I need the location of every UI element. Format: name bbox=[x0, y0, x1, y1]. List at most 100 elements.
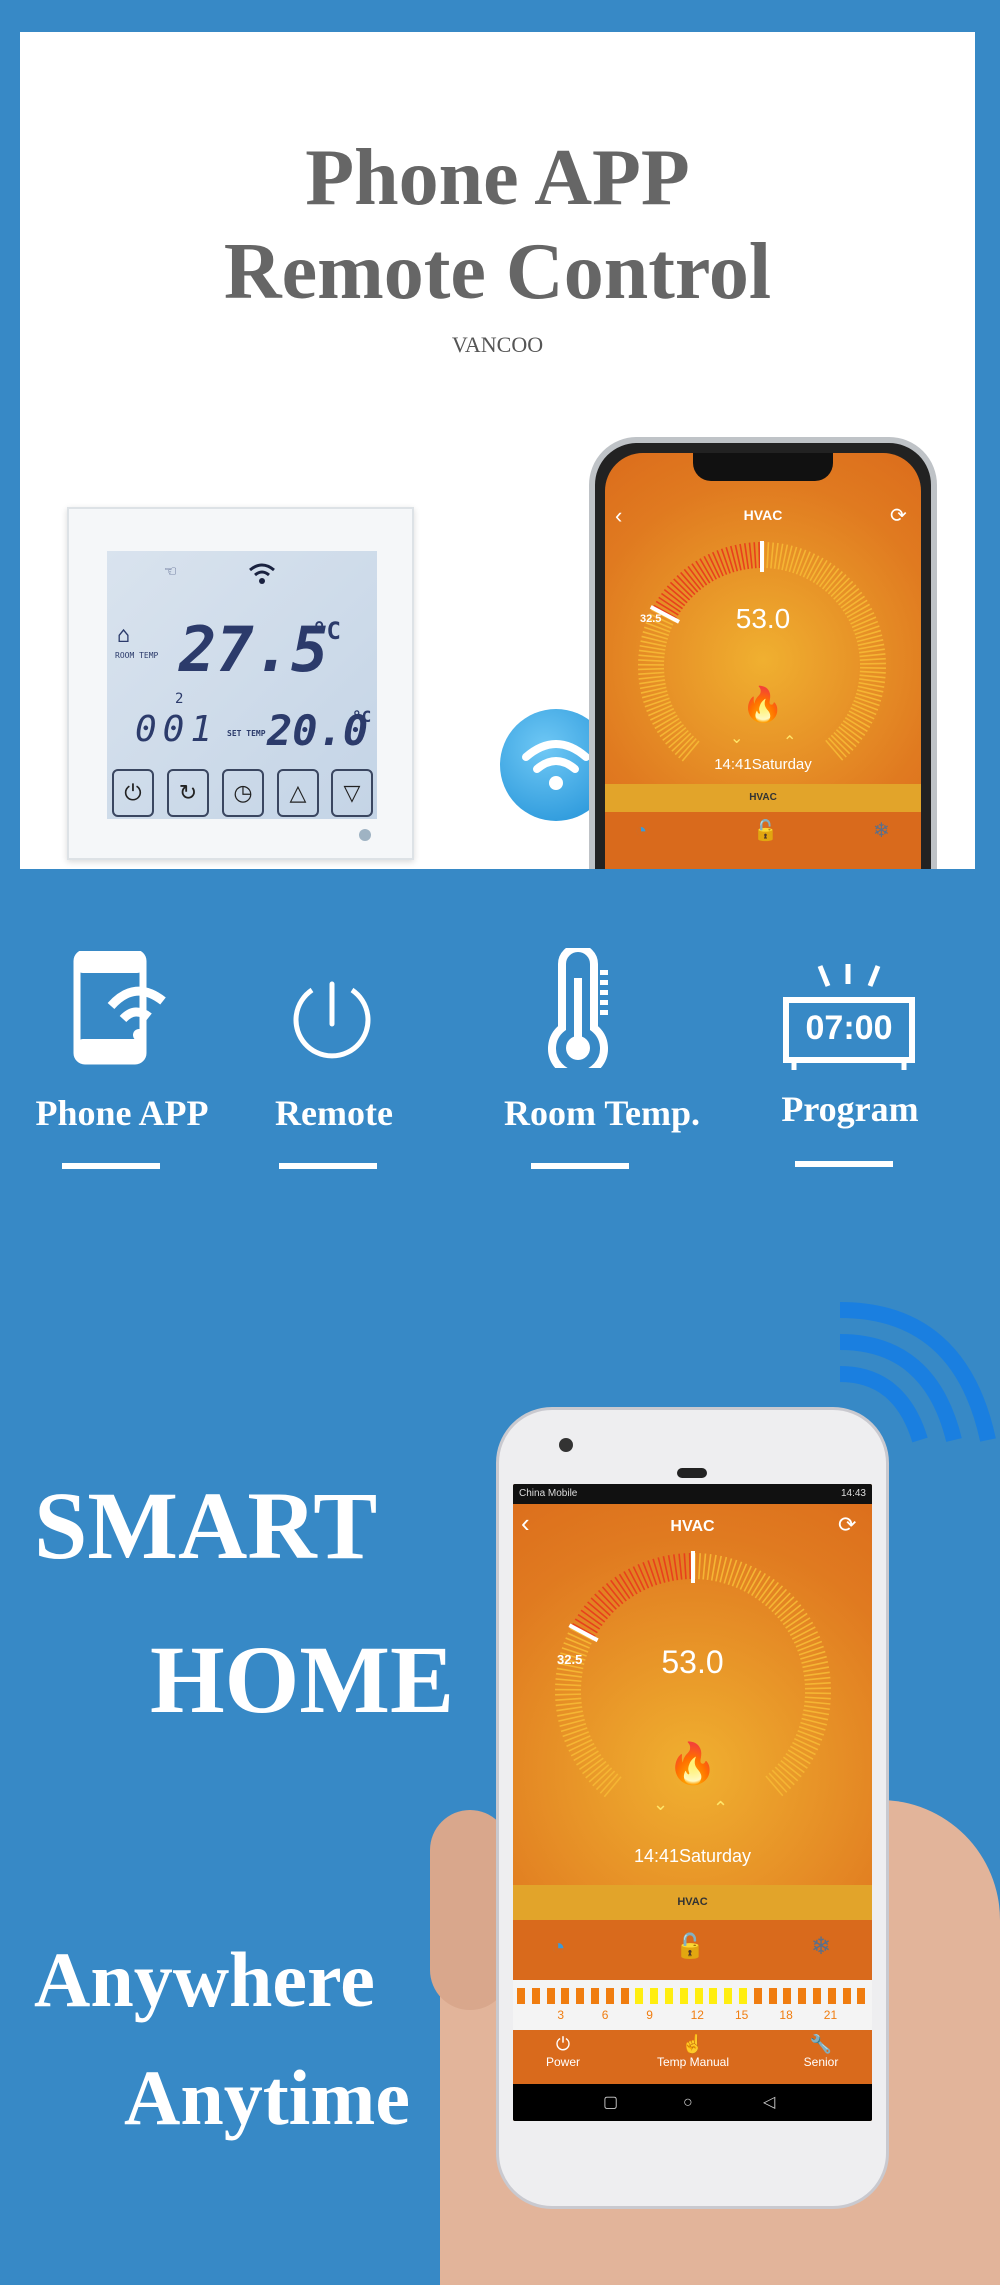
hour-slot[interactable] bbox=[591, 1988, 599, 2004]
status-bar: China Mobile 14:43 bbox=[513, 1484, 872, 1504]
set-temp-unit: °C bbox=[352, 707, 372, 726]
carrier-label: China Mobile bbox=[519, 1488, 578, 1499]
thermostat-up-button[interactable]: △ bbox=[277, 769, 319, 817]
thermostat-clock-button[interactable]: ◷ bbox=[222, 769, 264, 817]
slogan-smart: SMART bbox=[34, 1472, 378, 1579]
time-day: 14:41Saturday bbox=[633, 1846, 752, 1866]
power-icon: ⏻ bbox=[555, 2034, 571, 2054]
action-row: ◔ 🔓 ❄ bbox=[513, 1920, 872, 1980]
bottom-nav: ⏻ Power ☝ Temp Manual 🔧 Senior bbox=[513, 2030, 872, 2084]
clock-icon: ◷ bbox=[233, 780, 253, 805]
hour-slot[interactable] bbox=[605, 1988, 614, 2004]
hour-slot[interactable] bbox=[546, 1988, 555, 2004]
temperature-gauge[interactable] bbox=[553, 1551, 833, 1831]
hour-slot[interactable] bbox=[753, 1988, 762, 2004]
slogan-anywhere: Anywhere bbox=[34, 1936, 375, 2023]
set-temp-label: SET TEMP bbox=[227, 729, 266, 738]
room-temp-unit: °C bbox=[312, 617, 341, 645]
hour-slot[interactable] bbox=[679, 1988, 688, 2004]
hour-slot[interactable] bbox=[827, 1988, 836, 2004]
hand-icon: ☝ bbox=[681, 2034, 705, 2054]
feature-label-remote: Remote bbox=[275, 1093, 393, 1133]
hour-slot[interactable] bbox=[798, 1988, 807, 2004]
notch bbox=[693, 453, 833, 481]
recent-apps-icon[interactable]: ▢ bbox=[603, 2084, 618, 2121]
increase-chevron-icon[interactable]: ⌃ bbox=[713, 1798, 728, 1819]
hour-slot[interactable] bbox=[650, 1988, 659, 2004]
room-temp-value: 27.5 bbox=[179, 613, 329, 686]
hour-label: 9 bbox=[646, 2008, 653, 2022]
hour-slot[interactable] bbox=[768, 1988, 777, 2004]
power-icon: ⏻ bbox=[124, 780, 142, 805]
mode-bar[interactable]: HVAC bbox=[605, 784, 921, 812]
thermostat-power-button[interactable]: ⏻ bbox=[112, 769, 154, 817]
app-screen: ‹ HVAC ⟳ 53.0 32.5 🔥 ⌄ ⌃ 14:41Saturday H… bbox=[605, 453, 921, 869]
hour-slot[interactable] bbox=[635, 1988, 644, 2004]
hour-label: 3 bbox=[557, 2008, 565, 2022]
refresh-icon[interactable]: ⟳ bbox=[890, 503, 907, 528]
decrease-chevron-icon[interactable]: ⌄ bbox=[730, 728, 743, 748]
back-nav-icon[interactable]: ◁ bbox=[763, 2084, 775, 2121]
timer-icon[interactable]: ◔ bbox=[551, 1934, 566, 1962]
refresh-icon[interactable]: ⟳ bbox=[838, 1512, 856, 1538]
wrench-icon: 🔧 bbox=[809, 2034, 833, 2054]
hour-slot[interactable] bbox=[561, 1988, 570, 2004]
hour-slot[interactable] bbox=[694, 1988, 703, 2004]
hour-slot[interactable] bbox=[783, 1988, 792, 2004]
hour-slot[interactable] bbox=[665, 1988, 673, 2004]
alarm-clock-icon: 07:00 bbox=[782, 960, 916, 1072]
nav-senior[interactable]: 🔧 Senior bbox=[781, 2034, 861, 2069]
decrease-chevron-icon[interactable]: ⌄ bbox=[653, 1794, 668, 1815]
power-icon bbox=[293, 981, 371, 1059]
hour-slot[interactable] bbox=[531, 1988, 540, 2004]
timer-icon[interactable]: ◔ bbox=[635, 820, 647, 843]
up-arrow-icon: △ bbox=[289, 780, 307, 805]
house-icon: ⌂ bbox=[117, 623, 131, 648]
hour-slot[interactable] bbox=[842, 1988, 851, 2004]
hour-label: 12 bbox=[690, 2008, 704, 2022]
speaker bbox=[677, 1468, 707, 1478]
divider bbox=[279, 1163, 377, 1169]
feature-label-phone-app: Phone APP bbox=[35, 1093, 209, 1133]
down-arrow-icon: ▽ bbox=[343, 780, 361, 805]
snowflake-icon[interactable]: ❄ bbox=[811, 1932, 831, 1961]
thermostat-mode-button[interactable]: ↻ bbox=[167, 769, 209, 817]
slogan-home: HOME bbox=[150, 1626, 454, 1733]
unlock-icon[interactable]: 🔓 bbox=[675, 1932, 705, 1961]
program-index: 2 bbox=[175, 691, 184, 707]
hour-slot[interactable] bbox=[517, 1988, 525, 2004]
mode-bar[interactable]: HVAC bbox=[513, 1885, 872, 1920]
hour-slot[interactable] bbox=[620, 1988, 629, 2004]
hour-slot[interactable] bbox=[724, 1988, 733, 2004]
divider bbox=[795, 1161, 893, 1167]
setpoint-marker bbox=[568, 1623, 599, 1643]
schedule-timeline[interactable]: 3 6 9 12 15 18 21 bbox=[513, 1980, 872, 2030]
unlock-icon[interactable]: 🔓 bbox=[753, 818, 778, 843]
app-screen-android: China Mobile 14:43 ‹ HVAC ⟳ 53.0 32.5 🔥 … bbox=[513, 1484, 872, 2121]
temperature-gauge[interactable] bbox=[637, 541, 887, 791]
set-value: 32.5 bbox=[557, 1652, 583, 1667]
home-icon[interactable]: ○ bbox=[683, 2084, 693, 2121]
thermostat-down-button[interactable]: ▽ bbox=[331, 769, 373, 817]
nav-label: Temp Manual bbox=[656, 2055, 730, 2069]
program-code: 001 bbox=[135, 709, 219, 750]
set-value: 32.5 bbox=[640, 613, 662, 625]
hour-label: 18 bbox=[779, 2008, 793, 2022]
hour-slot[interactable] bbox=[857, 1988, 866, 2004]
hour-slot[interactable] bbox=[709, 1988, 718, 2004]
hour-slot[interactable] bbox=[813, 1988, 821, 2004]
hour-slot[interactable] bbox=[576, 1988, 585, 2004]
status-led bbox=[359, 829, 371, 841]
increase-chevron-icon[interactable]: ⌃ bbox=[783, 732, 796, 752]
iphone-mockup: ‹ HVAC ⟳ 53.0 32.5 🔥 ⌄ ⌃ 14:41Saturday H… bbox=[589, 437, 937, 869]
flame-icon: 🔥 bbox=[667, 1742, 718, 1786]
feature-label-program: Program bbox=[781, 1089, 919, 1129]
brand-label: VANCOO bbox=[451, 332, 544, 357]
snowflake-icon[interactable]: ❄ bbox=[873, 818, 890, 843]
nav-power[interactable]: ⏻ Power bbox=[523, 2034, 603, 2069]
hand-icon: ☜ bbox=[165, 561, 176, 582]
hour-slot[interactable] bbox=[739, 1988, 747, 2004]
action-row: ◔ 🔓 ❄ bbox=[605, 812, 921, 869]
nav-temp-manual[interactable]: ☝ Temp Manual bbox=[633, 2034, 753, 2069]
android-nav-bar: ▢ ○ ◁ bbox=[513, 2084, 872, 2121]
